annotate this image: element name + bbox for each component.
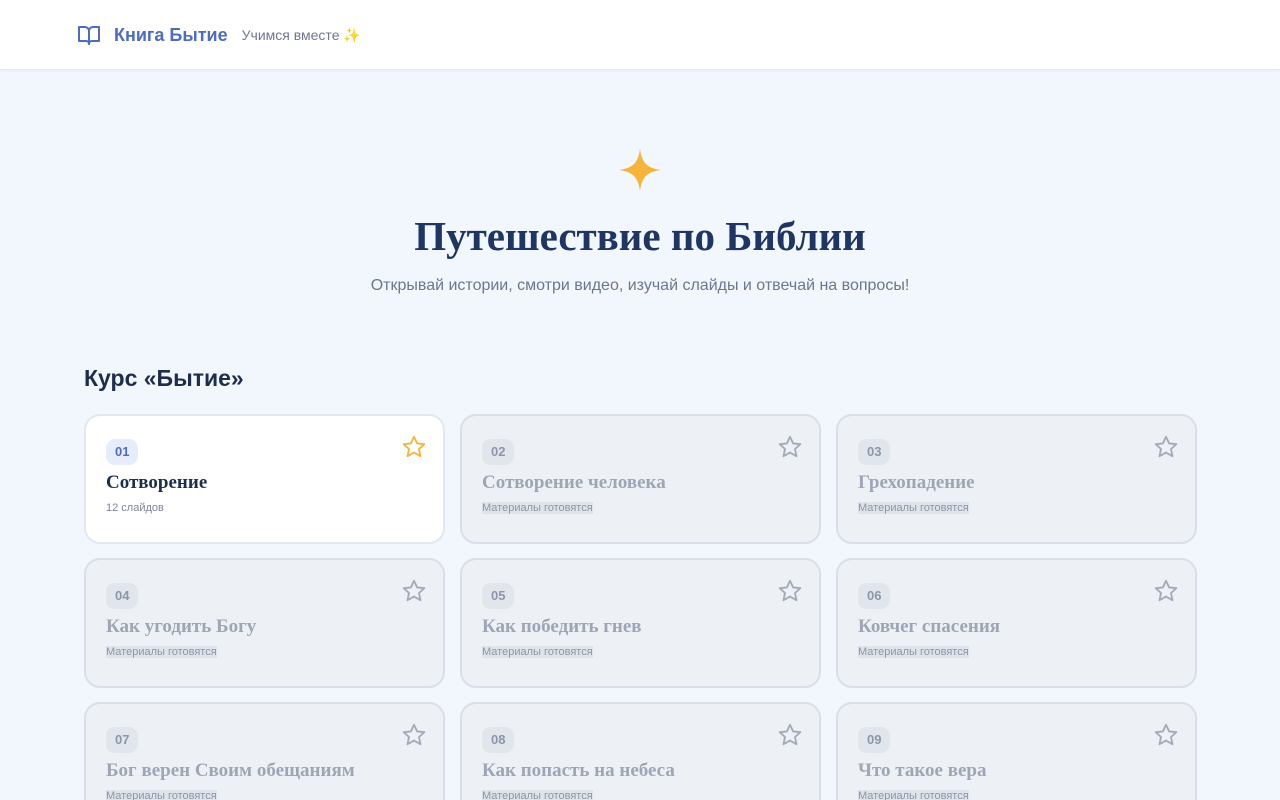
lesson-card[interactable]: 04 Как угодить Богу Материалы готовятся bbox=[84, 558, 445, 688]
lesson-meta: Материалы готовятся bbox=[858, 790, 969, 800]
lesson-number: 03 bbox=[858, 439, 891, 465]
lesson-title: Сотворение bbox=[106, 472, 208, 493]
star-icon[interactable] bbox=[401, 434, 427, 460]
lesson-title: Сотворение человека bbox=[482, 472, 666, 493]
star-icon[interactable] bbox=[777, 578, 803, 604]
top-bar: Книга Бытие Учимся вместе ✨ bbox=[0, 0, 1280, 70]
lesson-number: 01 bbox=[106, 439, 139, 465]
lesson-grid: 01 Сотворение 12 слайдов 02 Сотворение ч… bbox=[84, 414, 1197, 800]
brand-name: Книга Бытие bbox=[114, 24, 228, 45]
brand-tagline: Учимся вместе ✨ bbox=[241, 26, 361, 43]
lesson-card[interactable]: 02 Сотворение человека Материалы готовят… bbox=[460, 414, 821, 544]
lesson-card[interactable]: 03 Грехопадение Материалы готовятся bbox=[836, 414, 1197, 544]
lesson-meta: Материалы готовятся bbox=[858, 646, 969, 658]
hero-title: Путешествие по Библии bbox=[414, 213, 866, 259]
lesson-meta: Материалы готовятся bbox=[106, 790, 217, 800]
lesson-meta: Материалы готовятся bbox=[106, 646, 217, 658]
lesson-title: Ковчег спасения bbox=[858, 616, 1001, 637]
lesson-title: Что такое вера bbox=[858, 760, 987, 781]
lesson-title: Как попасть на небеса bbox=[482, 760, 675, 781]
lesson-number: 04 bbox=[106, 583, 139, 609]
star-icon[interactable] bbox=[401, 578, 427, 604]
star-icon[interactable] bbox=[777, 722, 803, 748]
lesson-number: 06 bbox=[858, 583, 891, 609]
open-book-icon bbox=[78, 26, 100, 45]
lesson-meta: Материалы готовятся bbox=[482, 502, 593, 514]
lesson-meta: Материалы готовятся bbox=[858, 502, 969, 514]
lesson-number: 05 bbox=[482, 583, 515, 609]
star-icon[interactable] bbox=[1153, 722, 1179, 748]
lesson-meta: 12 слайдов bbox=[106, 502, 164, 514]
lesson-card[interactable]: 09 Что такое вера Материалы готовятся bbox=[836, 702, 1197, 800]
lesson-number: 07 bbox=[106, 727, 139, 753]
lesson-title: Бог верен Своим обещаниям bbox=[106, 760, 355, 781]
star-icon[interactable] bbox=[777, 434, 803, 460]
lesson-title: Грехопадение bbox=[858, 472, 975, 493]
star-icon[interactable] bbox=[1153, 578, 1179, 604]
lesson-card[interactable]: 05 Как победить гнев Материалы готовятся bbox=[460, 558, 821, 688]
lesson-number: 02 bbox=[482, 439, 515, 465]
lesson-card[interactable]: 07 Бог верен Своим обещаниям Материалы г… bbox=[84, 702, 445, 800]
lesson-title: Как победить гнев bbox=[482, 616, 642, 637]
lesson-meta: Материалы готовятся bbox=[482, 646, 593, 658]
star-icon[interactable] bbox=[1153, 434, 1179, 460]
lesson-number: 09 bbox=[858, 727, 891, 753]
brand-link[interactable]: Книга Бытие Учимся вместе ✨ bbox=[77, 22, 361, 48]
sparkle-icon bbox=[619, 149, 661, 191]
lesson-card[interactable]: 01 Сотворение 12 слайдов bbox=[84, 414, 445, 544]
lesson-card[interactable]: 08 Как попасть на небеса Материалы готов… bbox=[460, 702, 821, 800]
lesson-meta: Материалы готовятся bbox=[482, 790, 593, 800]
hero-subtitle: Открывай истории, смотри видео, изучай с… bbox=[370, 277, 910, 294]
lesson-number: 08 bbox=[482, 727, 515, 753]
star-icon[interactable] bbox=[401, 722, 427, 748]
lesson-title: Как угодить Богу bbox=[106, 616, 257, 637]
course-title: Курс «Бытие» bbox=[84, 365, 244, 391]
lesson-card[interactable]: 06 Ковчег спасения Материалы готовятся bbox=[836, 558, 1197, 688]
